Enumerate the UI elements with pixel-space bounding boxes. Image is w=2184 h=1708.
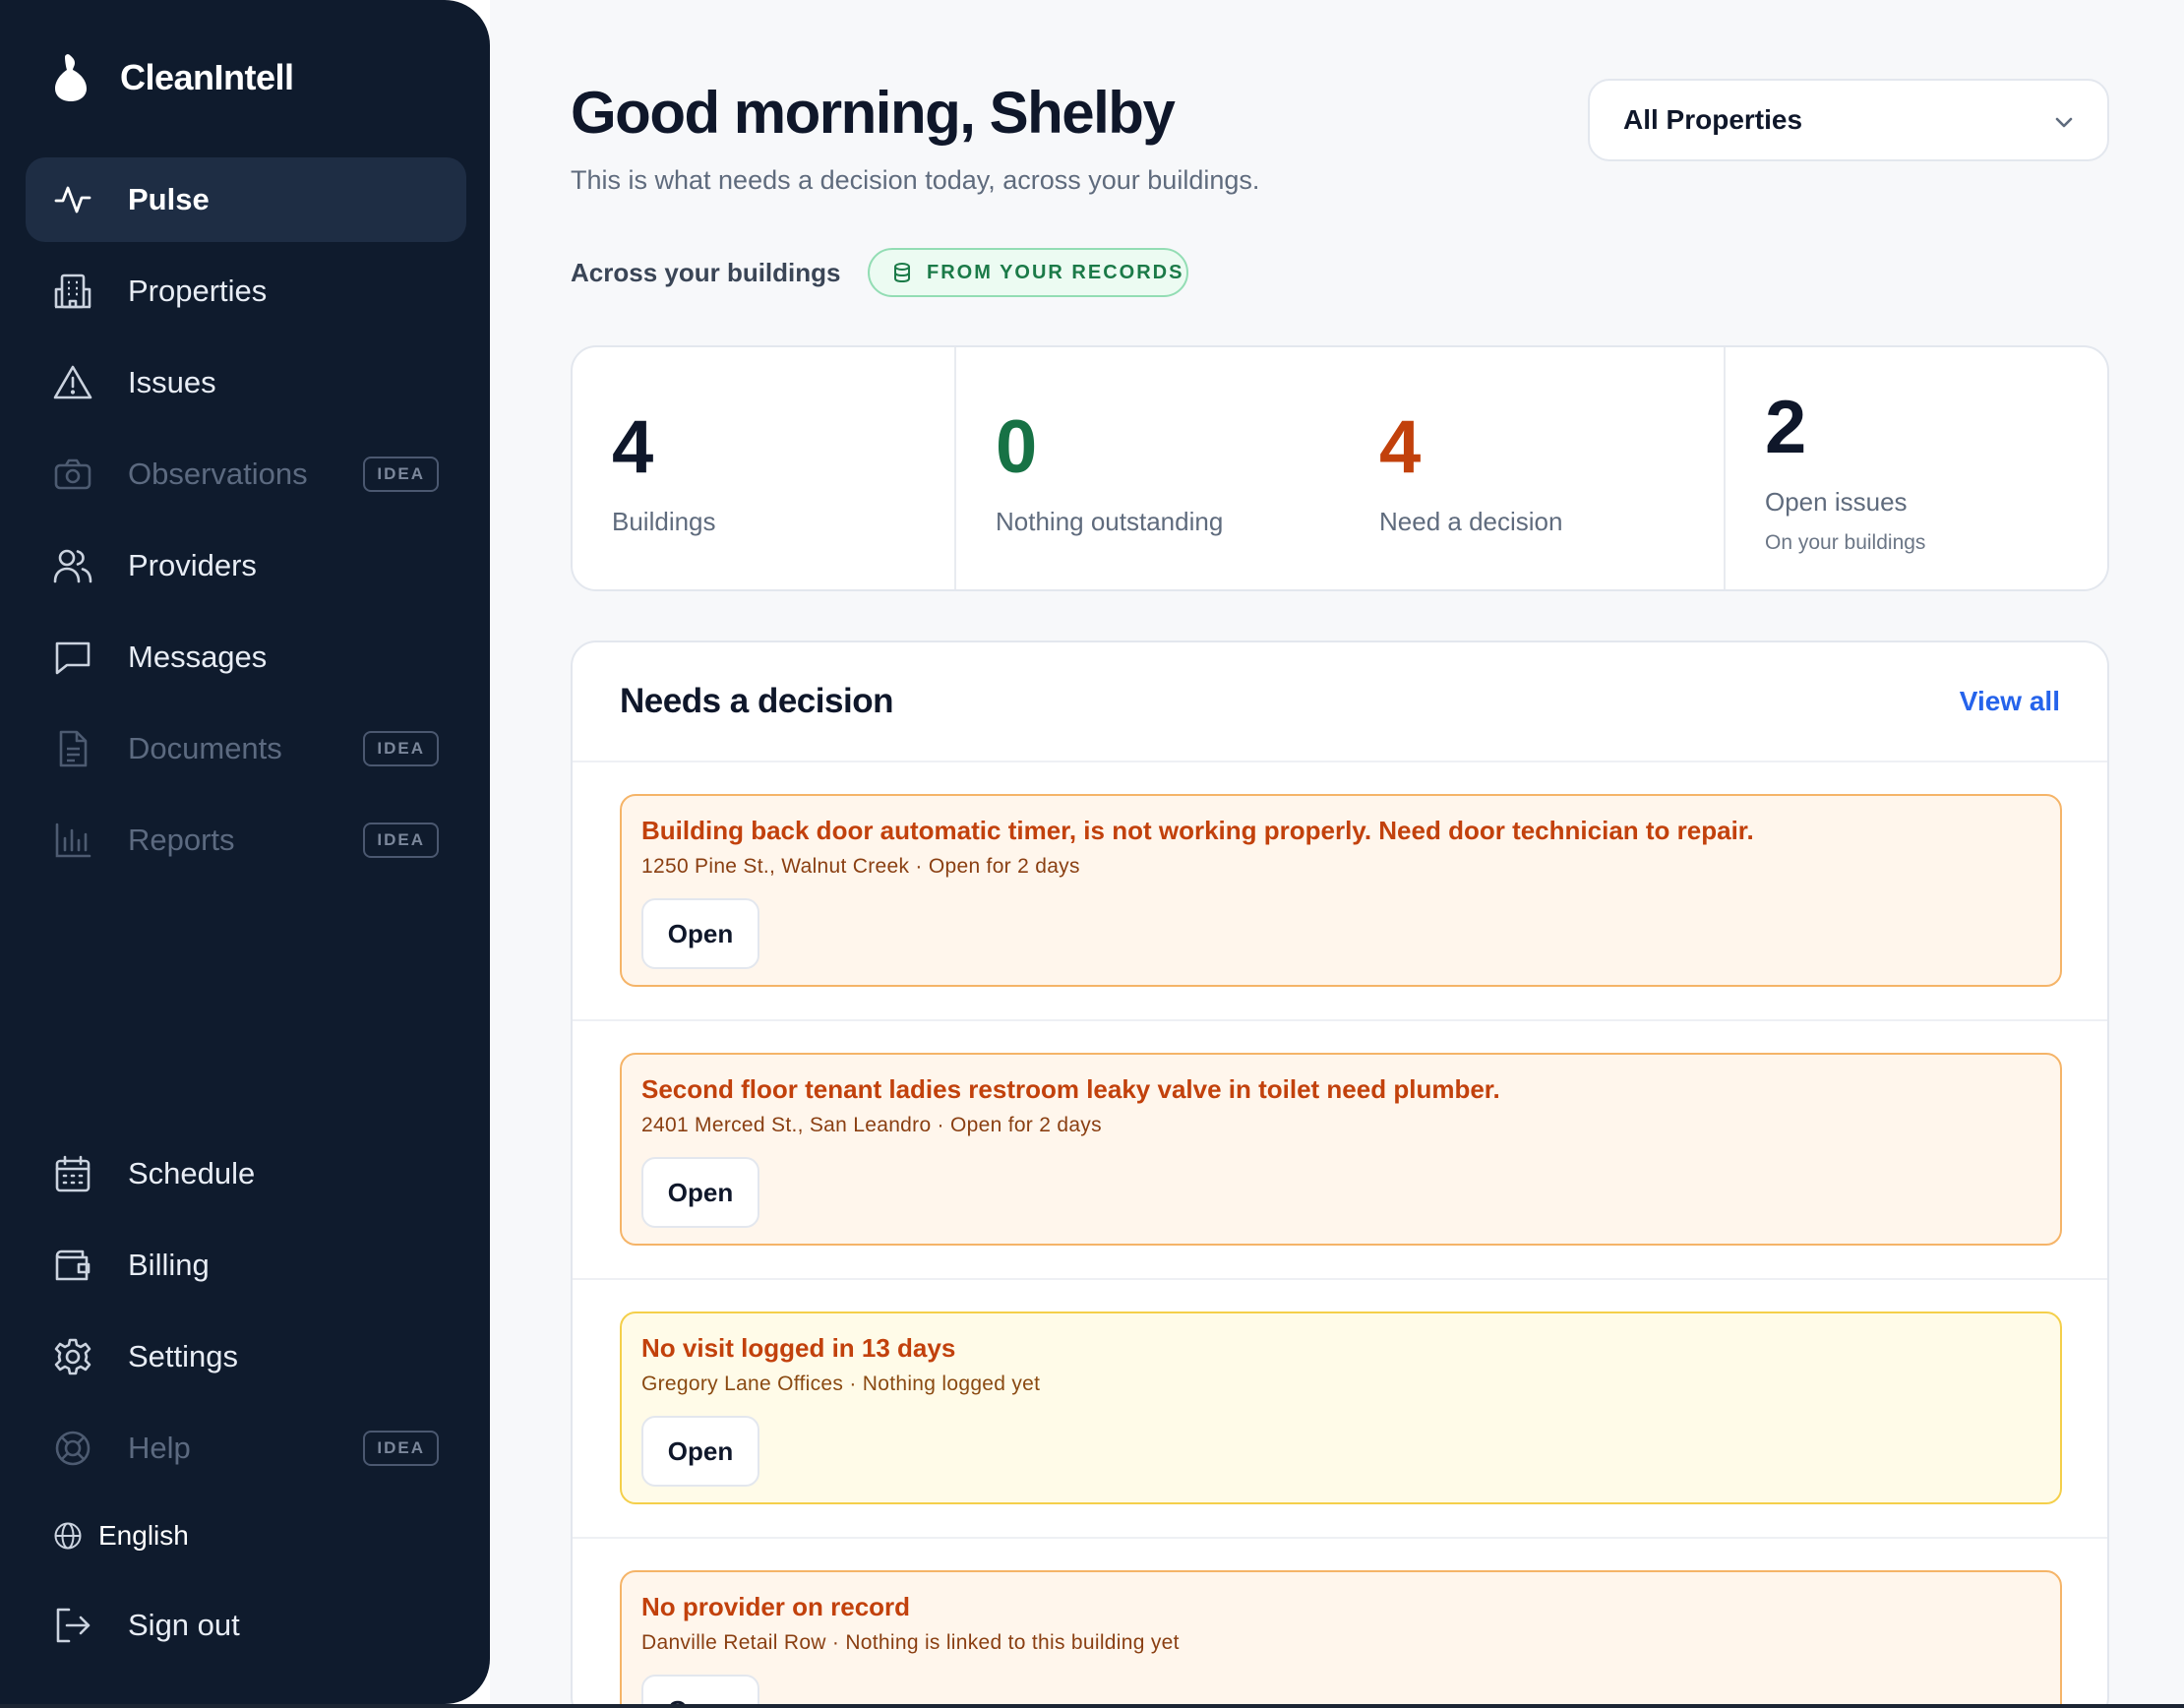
sidebar-item-billing[interactable]: Billing: [26, 1223, 466, 1308]
decision-item[interactable]: No visit logged in 13 days Gregory Lane …: [620, 1312, 2062, 1504]
stats-card: 4 Buildings 0 Nothing outstanding 4 Need…: [571, 345, 2109, 591]
sign-out-icon: [53, 1606, 92, 1645]
sign-out-label: Sign out: [128, 1608, 240, 1642]
stat-label: Buildings: [612, 507, 716, 536]
sidebar-item-help[interactable]: Help IDEA: [26, 1406, 466, 1491]
sidebar-item-label: Messages: [128, 640, 268, 674]
page-title: Good morning, Shelby: [571, 80, 1176, 146]
language-label: English: [98, 1520, 189, 1551]
globe-icon: [54, 1522, 82, 1550]
chevron-down-icon: [2055, 117, 2073, 128]
users-icon: [53, 546, 92, 585]
stat-value: 4: [612, 405, 654, 489]
sidebar-item-label: Properties: [128, 274, 268, 308]
stat-value: 2: [1765, 386, 1807, 469]
decision-meta: Gregory Lane Offices · Nothing logged ye…: [641, 1372, 1041, 1395]
sidebar-item-schedule[interactable]: Schedule: [26, 1131, 466, 1216]
message-icon: [53, 638, 92, 677]
divider: [573, 1278, 2107, 1280]
stat-open-issues[interactable]: 2 Open issues On your buildings: [1765, 391, 1925, 555]
idea-badge: IDEA: [363, 1431, 439, 1466]
decision-title: No provider on record: [641, 1592, 911, 1621]
decision-title: Second floor tenant ladies restroom leak…: [641, 1074, 1500, 1104]
bar-chart-icon: [53, 821, 92, 860]
sidebar-item-label: Documents: [128, 731, 282, 765]
needs-decision-card: Needs a decision View all Building back …: [571, 640, 2109, 1708]
stat-label: Nothing outstanding: [996, 507, 1224, 536]
pulse-icon: [53, 180, 92, 219]
decision-item[interactable]: No provider on record Danville Retail Ro…: [620, 1570, 2062, 1708]
sidebar-item-settings[interactable]: Settings: [26, 1314, 466, 1399]
divider: [954, 347, 956, 589]
lifebuoy-icon: [53, 1429, 92, 1468]
divider: [573, 1537, 2107, 1539]
property-filter-select[interactable]: All Properties: [1588, 79, 2109, 161]
stat-label: Open issues: [1765, 487, 1908, 517]
sidebar-item-label: Help: [128, 1431, 191, 1465]
open-button[interactable]: Open: [641, 1416, 759, 1487]
stat-value: 0: [996, 405, 1038, 489]
calendar-icon: [53, 1154, 92, 1193]
divider: [1724, 347, 1726, 589]
divider: [573, 1019, 2107, 1021]
open-button[interactable]: Open: [641, 898, 759, 969]
wallet-icon: [53, 1246, 92, 1285]
warning-icon: [53, 363, 92, 402]
stat-sublabel: On your buildings: [1765, 531, 1926, 554]
source-badge-label: FROM YOUR RECORDS: [927, 261, 1184, 283]
decision-title: No visit logged in 13 days: [641, 1333, 956, 1363]
app-name: CleanIntell: [120, 57, 294, 97]
view-all-link[interactable]: View all: [1960, 686, 2060, 717]
sidebar-item-label: Providers: [128, 548, 257, 582]
language-selector[interactable]: English: [53, 1518, 189, 1554]
stat-buildings[interactable]: 4 Buildings: [612, 410, 716, 537]
decision-item[interactable]: Second floor tenant ladies restroom leak…: [620, 1053, 2062, 1246]
divider: [573, 761, 2107, 762]
database-icon: [894, 263, 910, 283]
sign-out-button[interactable]: Sign out: [26, 1583, 466, 1668]
section-title: Needs a decision: [620, 682, 893, 720]
droplet-logo-icon: [55, 54, 87, 101]
idea-badge: IDEA: [363, 823, 439, 858]
decision-meta: Danville Retail Row · Nothing is linked …: [641, 1631, 1180, 1654]
sidebar-item-properties[interactable]: Properties: [26, 249, 466, 334]
source-badge: FROM YOUR RECORDS: [868, 248, 1188, 297]
sidebar-item-issues[interactable]: Issues: [26, 340, 466, 425]
sidebar-item-label: Observations: [128, 457, 308, 491]
open-button[interactable]: Open: [641, 1157, 759, 1228]
stat-nothing-outstanding[interactable]: 0 Nothing outstanding: [996, 410, 1223, 537]
sidebar: CleanIntell Pulse Properties Issues Obse…: [0, 0, 490, 1704]
property-filter-value: All Properties: [1623, 104, 1803, 135]
sidebar-item-pulse[interactable]: Pulse: [26, 157, 466, 242]
sidebar-item-observations[interactable]: Observations IDEA: [26, 432, 466, 517]
document-icon: [53, 729, 92, 768]
decision-title: Building back door automatic timer, is n…: [641, 816, 1754, 845]
brand[interactable]: CleanIntell: [51, 53, 294, 102]
summary-label: Across your buildings: [571, 258, 841, 287]
building-icon: [53, 272, 92, 311]
sidebar-item-messages[interactable]: Messages: [26, 615, 466, 700]
sidebar-item-label: Billing: [128, 1248, 210, 1282]
gear-icon: [53, 1337, 92, 1376]
sidebar-item-documents[interactable]: Documents IDEA: [26, 706, 466, 791]
decision-item[interactable]: Building back door automatic timer, is n…: [620, 794, 2062, 987]
stat-label: Need a decision: [1379, 507, 1563, 536]
stat-need-decision[interactable]: 4 Need a decision: [1379, 410, 1562, 537]
idea-badge: IDEA: [363, 457, 439, 492]
decision-meta: 1250 Pine St., Walnut Creek · Open for 2…: [641, 855, 1080, 878]
page-subtitle: This is what needs a decision today, acr…: [571, 165, 1260, 195]
decision-meta: 2401 Merced St., San Leandro · Open for …: [641, 1114, 1102, 1136]
idea-badge: IDEA: [363, 731, 439, 766]
sidebar-item-reports[interactable]: Reports IDEA: [26, 798, 466, 883]
stat-value: 4: [1379, 405, 1422, 489]
camera-icon: [53, 455, 92, 494]
sidebar-item-label: Settings: [128, 1339, 239, 1373]
sidebar-item-label: Issues: [128, 365, 216, 399]
open-button[interactable]: Open: [641, 1675, 759, 1708]
sidebar-item-label: Reports: [128, 823, 235, 857]
sidebar-item-providers[interactable]: Providers: [26, 523, 466, 608]
sidebar-item-label: Pulse: [128, 182, 210, 216]
window-bottom-edge: [0, 1704, 2184, 1708]
sidebar-item-label: Schedule: [128, 1156, 256, 1190]
